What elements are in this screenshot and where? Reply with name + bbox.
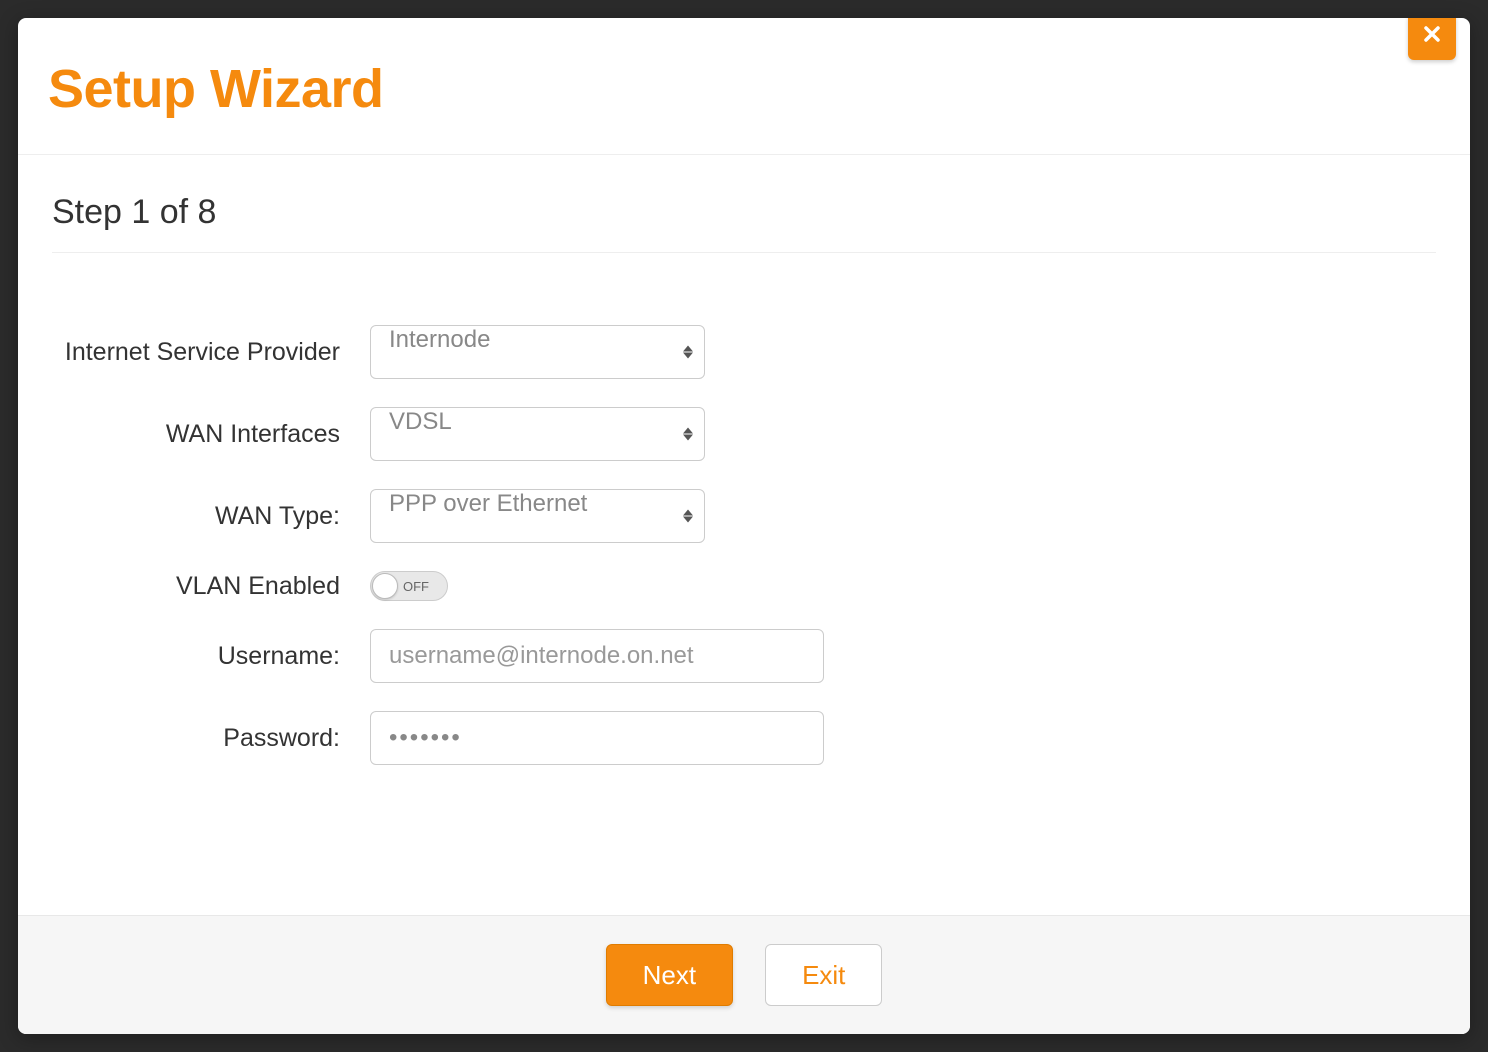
modal-footer: Next Exit: [18, 915, 1470, 1034]
wan-interfaces-select[interactable]: VDSL: [370, 407, 705, 461]
isp-select[interactable]: Internode: [370, 325, 705, 379]
vlan-label: VLAN Enabled: [52, 572, 370, 601]
wan-type-select[interactable]: PPP over Ethernet: [370, 489, 705, 543]
vlan-row: VLAN Enabled OFF: [52, 571, 1436, 601]
step-indicator: Step 1 of 8: [52, 193, 1436, 253]
close-icon: [1422, 24, 1442, 49]
isp-label: Internet Service Provider: [52, 338, 370, 367]
toggle-state-text: OFF: [403, 579, 429, 594]
wan-type-label: WAN Type:: [52, 502, 370, 531]
close-button[interactable]: [1408, 18, 1456, 60]
wan-interfaces-row: WAN Interfaces VDSL: [52, 407, 1436, 461]
username-label: Username:: [52, 642, 370, 671]
wan-interfaces-label: WAN Interfaces: [52, 420, 370, 449]
vlan-toggle[interactable]: OFF: [370, 571, 448, 601]
wan-type-row: WAN Type: PPP over Ethernet: [52, 489, 1436, 543]
exit-button[interactable]: Exit: [765, 944, 882, 1006]
next-button[interactable]: Next: [606, 944, 733, 1006]
username-row: Username:: [52, 629, 1436, 683]
toggle-knob-icon: [372, 573, 398, 599]
modal-header: Setup Wizard: [18, 18, 1470, 155]
isp-row: Internet Service Provider Internode: [52, 325, 1436, 379]
password-field[interactable]: [370, 711, 824, 765]
password-label: Password:: [52, 724, 370, 753]
password-row: Password:: [52, 711, 1436, 765]
username-field[interactable]: [370, 629, 824, 683]
setup-wizard-modal: Setup Wizard Step 1 of 8 Internet Servic…: [18, 18, 1470, 1034]
page-title: Setup Wizard: [48, 58, 1440, 120]
modal-content: Step 1 of 8 Internet Service Provider In…: [18, 155, 1470, 915]
